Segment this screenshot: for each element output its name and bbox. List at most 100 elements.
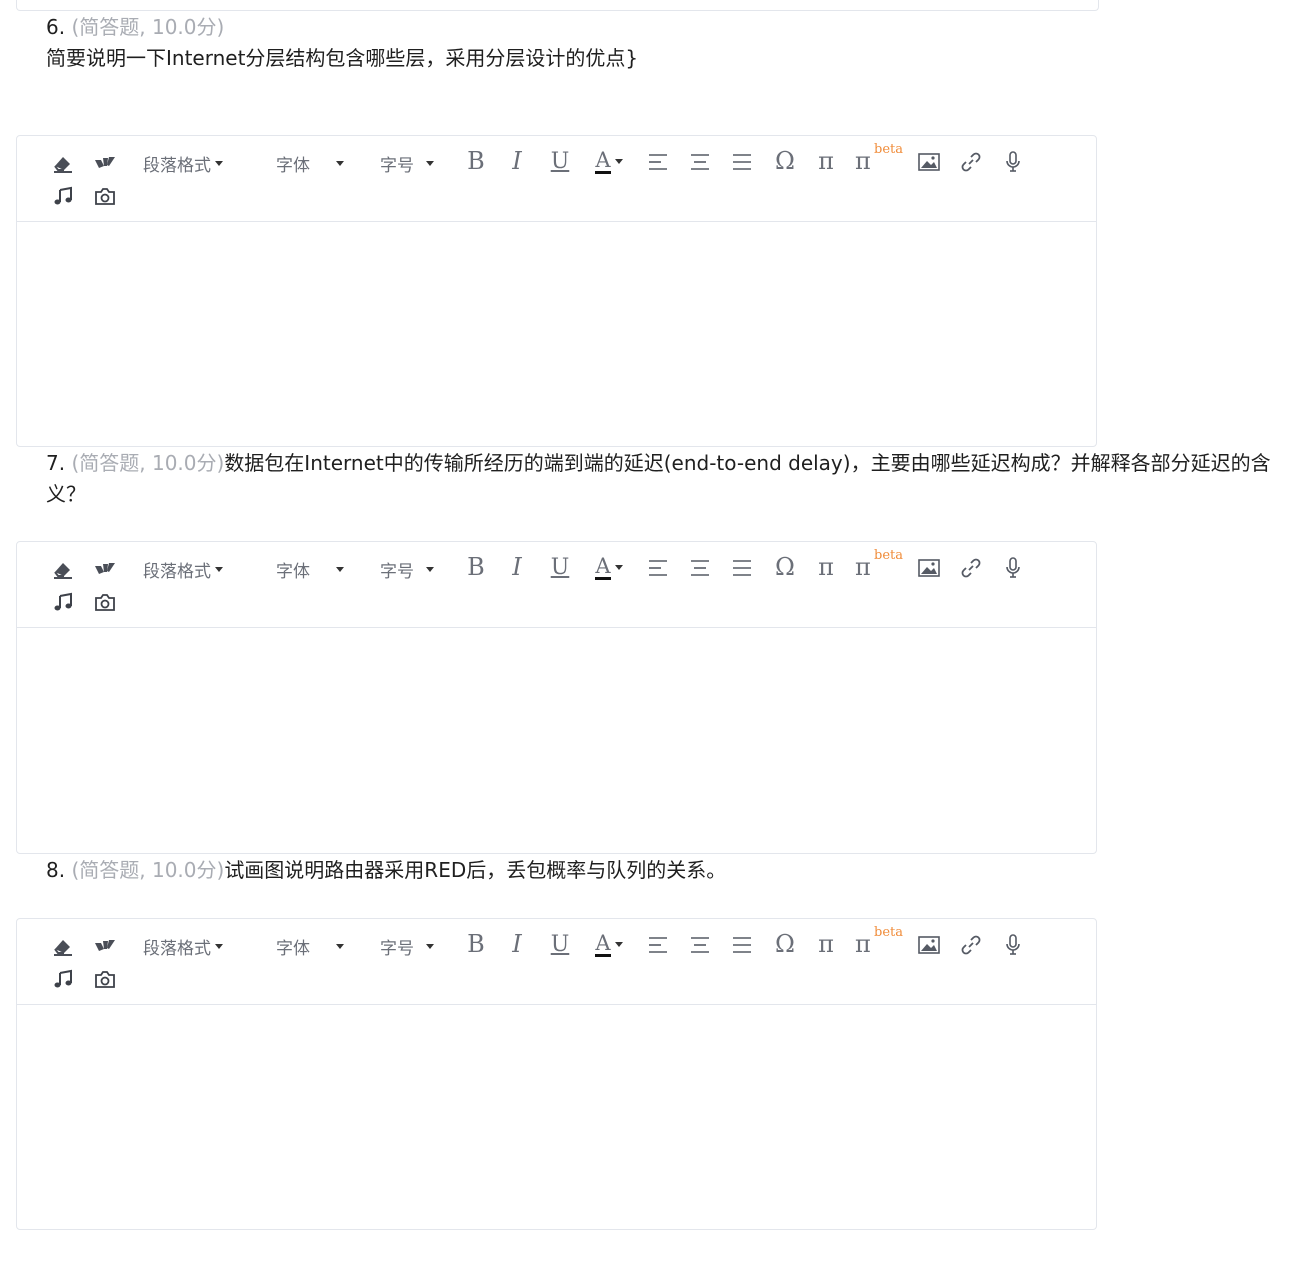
eraser-icon[interactable] <box>51 150 75 176</box>
font-color-button[interactable]: A <box>589 146 629 176</box>
font-size-dropdown[interactable]: 字号 <box>380 556 452 582</box>
paragraph-format-dropdown[interactable]: 段落格式 <box>143 933 243 959</box>
chevron-down-icon <box>336 566 344 572</box>
music-icon[interactable] <box>51 590 75 614</box>
beta-badge: beta <box>874 925 903 940</box>
special-characters-button[interactable]: Ω <box>773 552 797 582</box>
paragraph-format-label: 段落格式 <box>143 938 211 959</box>
italic-button[interactable]: I <box>507 146 527 176</box>
answer-input-area[interactable] <box>17 1005 1096 1229</box>
microphone-icon[interactable] <box>1003 933 1023 957</box>
underline-button[interactable]: U <box>549 929 571 959</box>
formula-beta-label: π <box>855 147 871 175</box>
editor-toolbar: 段落格式 字体 字号 B I U A Ω π π beta <box>17 136 1096 222</box>
chevron-down-icon <box>614 941 623 947</box>
link-icon[interactable] <box>959 150 983 174</box>
formula-beta-button[interactable]: π beta <box>855 925 903 959</box>
eraser-icon[interactable] <box>51 556 75 582</box>
answer-input-area[interactable] <box>17 628 1096 853</box>
underline-button[interactable]: U <box>549 146 571 176</box>
font-size-label: 字号 <box>380 155 414 176</box>
image-icon[interactable] <box>917 556 941 580</box>
editor-toolbar: 段落格式 字体 字号 B I U A Ω π π beta <box>17 542 1096 628</box>
align-center-button[interactable] <box>689 150 711 174</box>
font-size-label: 字号 <box>380 938 414 959</box>
chevron-down-icon <box>215 566 223 572</box>
answer-input-area[interactable] <box>17 222 1096 446</box>
formula-beta-button[interactable]: π beta <box>855 548 903 582</box>
font-size-label: 字号 <box>380 561 414 582</box>
align-center-button[interactable] <box>689 556 711 580</box>
align-justify-icon <box>733 154 751 170</box>
font-color-label: A <box>595 553 611 580</box>
font-color-label: A <box>595 930 611 957</box>
format-painter-icon[interactable] <box>93 556 117 582</box>
align-left-button[interactable] <box>647 556 669 580</box>
format-painter-icon[interactable] <box>93 933 117 959</box>
align-justify-button[interactable] <box>731 150 753 174</box>
formula-button[interactable]: π <box>815 929 837 959</box>
italic-button[interactable]: I <box>507 552 527 582</box>
special-characters-button[interactable]: Ω <box>773 146 797 176</box>
camera-icon[interactable] <box>93 590 117 614</box>
microphone-icon[interactable] <box>1003 150 1023 174</box>
font-family-dropdown[interactable]: 字体 <box>276 556 356 582</box>
font-color-button[interactable]: A <box>589 929 629 959</box>
image-icon[interactable] <box>917 150 941 174</box>
underline-button[interactable]: U <box>549 552 571 582</box>
align-justify-button[interactable] <box>731 556 753 580</box>
image-icon[interactable] <box>917 933 941 957</box>
special-characters-button[interactable]: Ω <box>773 929 797 959</box>
font-size-dropdown[interactable]: 字号 <box>380 933 452 959</box>
question-8: 8. (简答题, 10.0分)试画图说明路由器采用RED后，丢包概率与队列的关系… <box>46 855 1281 886</box>
align-left-button[interactable] <box>647 150 669 174</box>
paragraph-format-dropdown[interactable]: 段落格式 <box>143 150 243 176</box>
link-icon[interactable] <box>959 556 983 580</box>
answer-editor-8: 段落格式 字体 字号 B I U A Ω π π beta <box>16 918 1097 1230</box>
music-icon[interactable] <box>51 184 75 208</box>
bold-button[interactable]: B <box>465 552 487 582</box>
font-label: 字体 <box>276 561 310 582</box>
microphone-icon[interactable] <box>1003 556 1023 580</box>
formula-beta-button[interactable]: π beta <box>855 142 903 176</box>
camera-icon[interactable] <box>93 967 117 991</box>
font-color-button[interactable]: A <box>589 552 629 582</box>
question-text: 简要说明一下Internet分层结构包含哪些层，采用分层设计的优点} <box>46 46 639 70</box>
camera-icon[interactable] <box>93 184 117 208</box>
font-label: 字体 <box>276 938 310 959</box>
bold-button[interactable]: B <box>465 146 487 176</box>
format-painter-icon[interactable] <box>93 150 117 176</box>
font-family-dropdown[interactable]: 字体 <box>276 933 356 959</box>
paragraph-format-dropdown[interactable]: 段落格式 <box>143 556 243 582</box>
eraser-icon[interactable] <box>51 933 75 959</box>
question-text: 试画图说明路由器采用RED后，丢包概率与队列的关系。 <box>224 858 727 882</box>
question-type-score: (简答题, 10.0分) <box>71 858 225 882</box>
formula-beta-label: π <box>855 930 871 958</box>
chevron-down-icon <box>426 943 434 949</box>
chevron-down-icon <box>426 566 434 572</box>
question-type-score: (简答题, 10.0分) <box>71 15 225 39</box>
font-label: 字体 <box>276 155 310 176</box>
question-6: 6. (简答题, 10.0分) 简要说明一下Internet分层结构包含哪些层，… <box>46 12 1281 74</box>
italic-button[interactable]: I <box>507 929 527 959</box>
chevron-down-icon <box>614 158 623 164</box>
font-size-dropdown[interactable]: 字号 <box>380 150 452 176</box>
chevron-down-icon <box>426 160 434 166</box>
align-justify-icon <box>733 937 751 953</box>
answer-editor-6: 段落格式 字体 字号 B I U A Ω π π beta <box>16 135 1097 447</box>
bold-button[interactable]: B <box>465 929 487 959</box>
align-center-button[interactable] <box>689 933 711 957</box>
music-icon[interactable] <box>51 967 75 991</box>
align-justify-button[interactable] <box>731 933 753 957</box>
chevron-down-icon <box>336 943 344 949</box>
font-family-dropdown[interactable]: 字体 <box>276 150 356 176</box>
align-left-button[interactable] <box>647 933 669 957</box>
link-icon[interactable] <box>959 933 983 957</box>
formula-button[interactable]: π <box>815 146 837 176</box>
formula-button[interactable]: π <box>815 552 837 582</box>
align-justify-icon <box>733 560 751 576</box>
formula-beta-label: π <box>855 553 871 581</box>
editor-toolbar: 段落格式 字体 字号 B I U A Ω π π beta <box>17 919 1096 1005</box>
align-center-icon <box>691 937 709 953</box>
answer-editor-7: 段落格式 字体 字号 B I U A Ω π π beta <box>16 541 1097 854</box>
